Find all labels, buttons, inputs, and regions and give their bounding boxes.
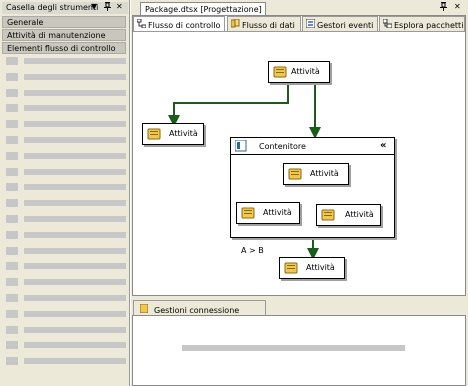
collapse-icon[interactable]: « bbox=[380, 140, 386, 151]
constraint-expression-label: A > B bbox=[241, 246, 264, 255]
task-scroll-icon bbox=[241, 206, 255, 222]
task-attivita-left[interactable]: Attività bbox=[142, 123, 204, 145]
task-label: Attività bbox=[263, 208, 292, 217]
container-icon bbox=[234, 139, 247, 154]
task-attivita-bottom[interactable]: Attività bbox=[279, 257, 345, 279]
task-scroll-icon bbox=[321, 208, 335, 224]
connection-managers-tab[interactable]: Gestioni connessione bbox=[133, 300, 266, 316]
task-attivita-inner-right[interactable]: Attività bbox=[316, 204, 381, 226]
connection-placeholder-bar bbox=[182, 345, 405, 351]
connector-top-to-left bbox=[168, 84, 289, 127]
task-scroll-icon bbox=[273, 65, 287, 81]
task-scroll-icon bbox=[288, 167, 302, 183]
task-scroll-icon bbox=[284, 261, 298, 277]
task-label: Attività bbox=[345, 210, 374, 219]
task-attivita-top[interactable]: Attività bbox=[268, 61, 330, 83]
container-header: Contenitore « bbox=[231, 138, 394, 155]
task-scroll-icon bbox=[147, 127, 161, 143]
task-label: Attività bbox=[306, 263, 335, 272]
connection-icon bbox=[139, 303, 149, 315]
task-label: Attività bbox=[310, 169, 339, 178]
container-title: Contenitore bbox=[259, 142, 306, 151]
task-label: Attività bbox=[291, 67, 320, 76]
task-attivita-inner-left[interactable]: Attività bbox=[236, 202, 300, 224]
connection-tab-label: Gestioni connessione bbox=[154, 306, 240, 315]
task-attivita-inner-top[interactable]: Attività bbox=[283, 163, 349, 185]
task-label: Attività bbox=[169, 129, 198, 138]
